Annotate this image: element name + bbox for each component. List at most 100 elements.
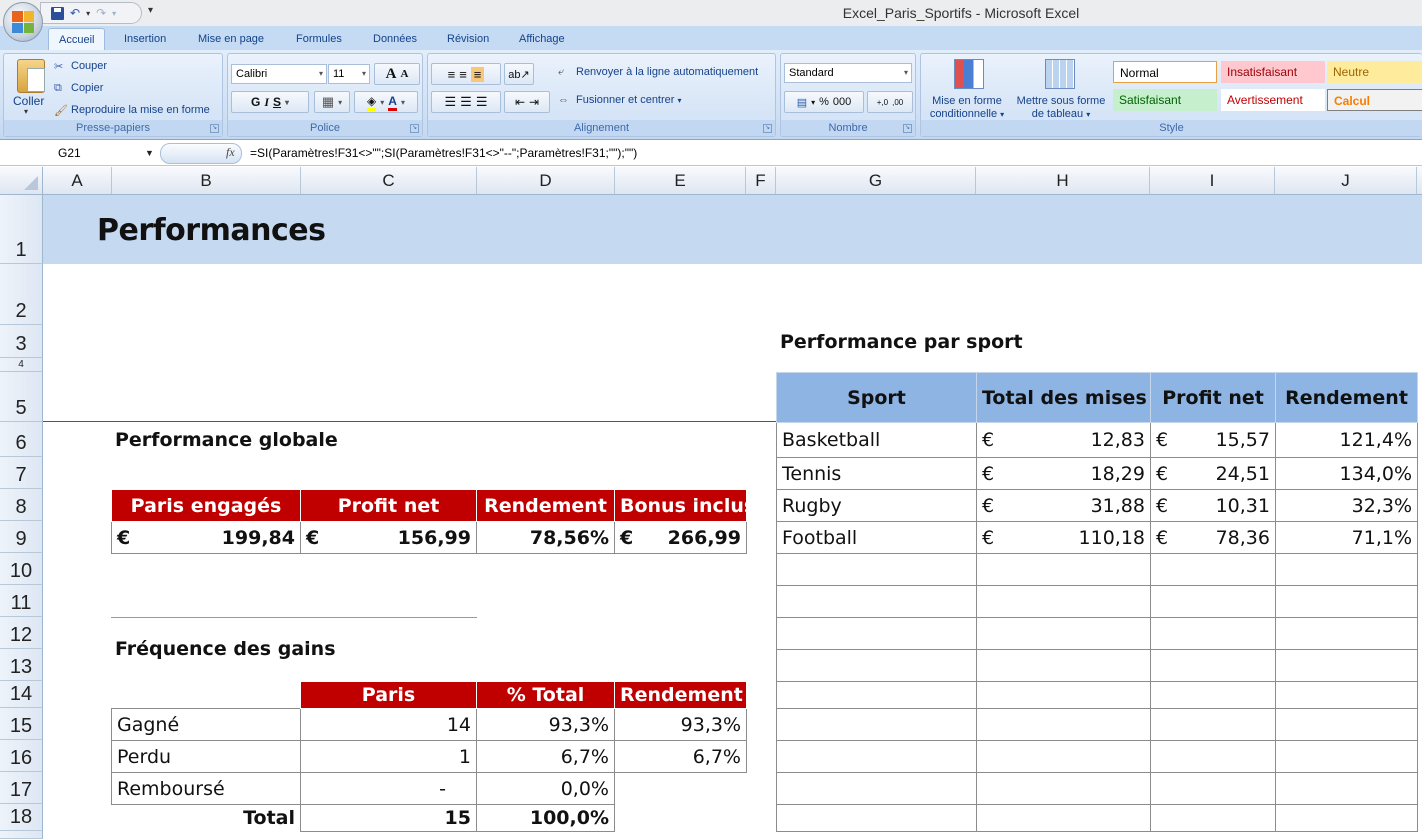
- row-header-16[interactable]: 16: [0, 740, 43, 772]
- empty-cell[interactable]: [1275, 617, 1418, 650]
- empty-cell[interactable]: [776, 617, 977, 650]
- cell-label[interactable]: Perdu: [111, 740, 301, 773]
- empty-cell[interactable]: [776, 772, 977, 805]
- empty-cell[interactable]: [776, 649, 977, 682]
- column-header-b[interactable]: B: [112, 167, 301, 194]
- grow-font-button[interactable]: A: [386, 66, 397, 83]
- number-launcher-icon[interactable]: ↘: [903, 124, 912, 133]
- redo-dropdown-icon[interactable]: ▾: [112, 9, 116, 18]
- row-header-19[interactable]: [0, 831, 43, 839]
- increase-decimal-button[interactable]: +,0: [877, 98, 888, 107]
- cell-pct[interactable]: 0,0%: [476, 772, 615, 805]
- cell-bets[interactable]: €199,84: [111, 521, 301, 554]
- redo-icon[interactable]: ↷: [96, 6, 106, 20]
- empty-cell[interactable]: [1275, 649, 1418, 682]
- cell-stakes[interactable]: €31,88: [976, 489, 1151, 522]
- column-header-c[interactable]: C: [301, 167, 477, 194]
- empty-cell[interactable]: [1275, 553, 1418, 586]
- empty-cell[interactable]: [1275, 585, 1418, 618]
- cell-bets[interactable]: 1: [300, 740, 477, 773]
- cell-sport[interactable]: Tennis: [776, 457, 977, 490]
- style-normal[interactable]: Normal: [1113, 61, 1217, 83]
- empty-cell[interactable]: [976, 649, 1151, 682]
- cell-profit[interactable]: €10,31: [1150, 489, 1276, 522]
- font-size-select[interactable]: 11 ▾: [328, 64, 370, 84]
- empty-cell[interactable]: [1275, 804, 1418, 832]
- cell-yield[interactable]: 6,7%: [614, 740, 747, 773]
- cell-yield[interactable]: 121,4%: [1275, 422, 1418, 458]
- style-calcul[interactable]: Calcul: [1327, 89, 1422, 111]
- empty-cell[interactable]: [1150, 772, 1276, 805]
- empty-cell[interactable]: [776, 740, 977, 773]
- column-header-h[interactable]: H: [976, 167, 1150, 194]
- chevron-down-icon[interactable]: ▾: [811, 98, 815, 107]
- row-header-6[interactable]: 6: [0, 422, 43, 457]
- tab-formules[interactable]: Formules: [286, 28, 352, 50]
- font-color-icon[interactable]: A: [388, 94, 397, 111]
- paste-dropdown-icon[interactable]: ▾: [24, 107, 28, 116]
- copy-button[interactable]: Copier: [71, 82, 103, 94]
- column-header-j[interactable]: J: [1275, 167, 1417, 194]
- tab-accueil[interactable]: Accueil: [48, 28, 106, 50]
- tab-mise-en-page[interactable]: Mise en page: [188, 28, 274, 50]
- select-all-button[interactable]: [0, 167, 43, 194]
- cell-yield[interactable]: 71,1%: [1275, 521, 1418, 554]
- format-painter-button[interactable]: Reproduire la mise en forme: [71, 104, 210, 116]
- cell-bets[interactable]: -: [300, 772, 477, 805]
- cell-total-label[interactable]: Total: [111, 804, 301, 832]
- tab-insertion[interactable]: Insertion: [114, 28, 176, 50]
- cell-profit[interactable]: €15,57: [1150, 422, 1276, 458]
- italic-button[interactable]: I: [264, 95, 269, 110]
- row-header-11[interactable]: 11: [0, 585, 43, 617]
- empty-cell[interactable]: [976, 804, 1151, 832]
- cell-bonus[interactable]: €266,99: [614, 521, 747, 554]
- customize-qat-icon[interactable]: ▾: [148, 5, 153, 16]
- row-header-2[interactable]: 2: [0, 264, 43, 325]
- row-header-4[interactable]: 4: [0, 358, 43, 372]
- format-as-table-button[interactable]: Mettre sous forme de tableau ▾: [1013, 95, 1109, 121]
- cut-button[interactable]: Couper: [71, 60, 107, 72]
- align-right-icon[interactable]: ☰: [476, 94, 488, 110]
- conditional-format-button[interactable]: Mise en forme conditionnelle ▾: [927, 95, 1007, 121]
- column-header-g[interactable]: G: [776, 167, 976, 194]
- save-icon[interactable]: [51, 6, 64, 20]
- cell-bets[interactable]: 14: [300, 708, 477, 741]
- cell-yield[interactable]: 93,3%: [614, 708, 747, 741]
- empty-cell[interactable]: [976, 617, 1151, 650]
- cell-total-pct[interactable]: 100,0%: [476, 804, 615, 832]
- cell-empty[interactable]: [615, 805, 747, 832]
- cell-total-bets[interactable]: 15: [300, 804, 477, 832]
- paste-icon[interactable]: [17, 59, 45, 93]
- row-header-13[interactable]: 13: [0, 649, 43, 681]
- align-left-icon[interactable]: ☰: [445, 94, 457, 110]
- cell-profit[interactable]: €156,99: [300, 521, 477, 554]
- style-satisfaisant[interactable]: Satisfaisant: [1113, 89, 1217, 111]
- row-header-12[interactable]: 12: [0, 617, 43, 649]
- row-header-5[interactable]: 5: [0, 372, 43, 422]
- empty-cell[interactable]: [976, 708, 1151, 741]
- percent-button[interactable]: %: [819, 96, 829, 108]
- undo-icon[interactable]: ↶: [70, 6, 80, 20]
- orientation-button[interactable]: ab↗: [504, 63, 534, 85]
- empty-cell[interactable]: [776, 681, 977, 709]
- empty-cell[interactable]: [1150, 708, 1276, 741]
- cell-yield[interactable]: 78,56%: [476, 521, 615, 554]
- chevron-down-icon[interactable]: ▾: [401, 98, 405, 107]
- number-format-select[interactable]: Standard ▾: [784, 63, 912, 83]
- currency-icon[interactable]: ▤: [797, 96, 807, 109]
- clipboard-launcher-icon[interactable]: ↘: [210, 124, 219, 133]
- empty-cell[interactable]: [1275, 708, 1418, 741]
- shrink-font-button[interactable]: A: [400, 68, 408, 80]
- empty-cell[interactable]: [1150, 740, 1276, 773]
- insert-function-icon[interactable]: fx: [226, 145, 235, 160]
- cell-sport[interactable]: Rugby: [776, 489, 977, 522]
- alignment-launcher-icon[interactable]: ↘: [763, 124, 772, 133]
- font-launcher-icon[interactable]: ↘: [410, 124, 419, 133]
- row-header-17[interactable]: 17: [0, 772, 43, 804]
- cell-profit[interactable]: €78,36: [1150, 521, 1276, 554]
- fill-color-icon[interactable]: ◈: [367, 94, 377, 111]
- row-header-8[interactable]: 8: [0, 489, 43, 521]
- underline-button[interactable]: S: [273, 95, 281, 109]
- empty-cell[interactable]: [1275, 772, 1418, 805]
- empty-cell[interactable]: [1150, 553, 1276, 586]
